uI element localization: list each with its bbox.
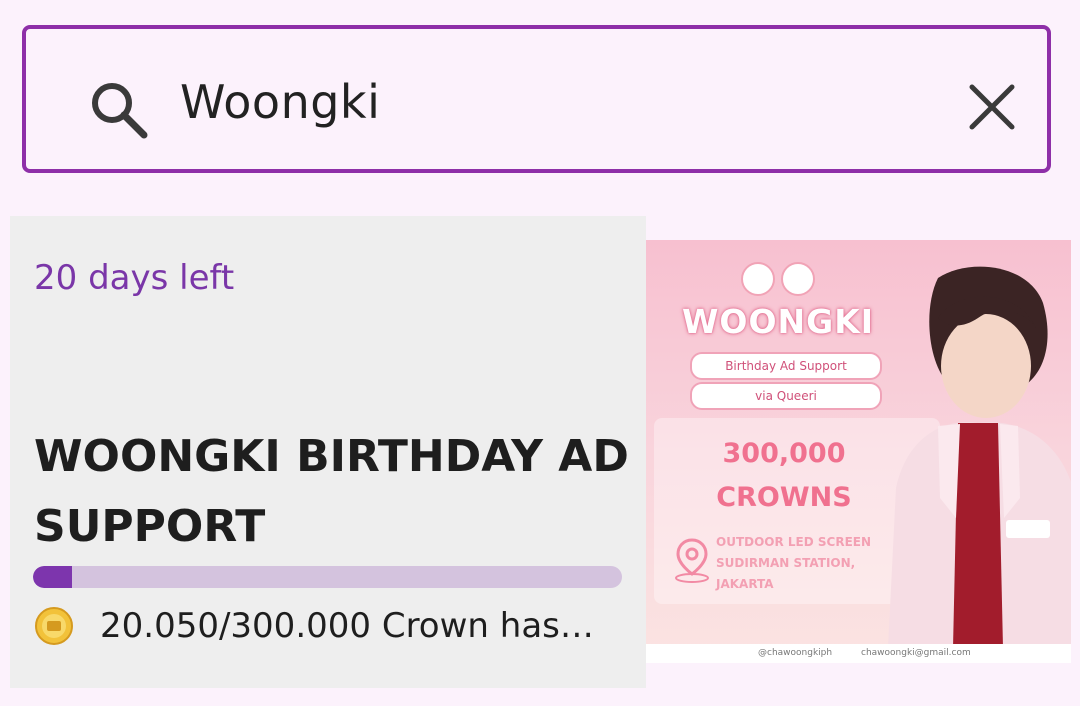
campaign-card[interactable]: 20 days left WOONGKI BIRTHDAY AD SUPPORT… xyxy=(10,216,646,688)
logo-icon xyxy=(741,262,775,296)
location-pin-icon xyxy=(675,538,709,583)
campaign-banner-image[interactable]: WOONGKI Birthday Ad Support via Queeri 3… xyxy=(646,240,1071,663)
banner-footer: @chawoongkiph chawoongki@gmail.com xyxy=(646,644,1071,663)
campaign-title: WOONGKI BIRTHDAY AD SUPPORT xyxy=(34,431,629,552)
avatar xyxy=(781,262,815,296)
coin-icon xyxy=(35,607,73,645)
search-icon xyxy=(92,83,148,139)
progress-fill xyxy=(33,566,73,588)
days-left-label: 20 days left xyxy=(34,258,235,298)
progress-bar xyxy=(33,566,622,588)
person-photo xyxy=(888,266,1071,648)
close-icon[interactable] xyxy=(966,81,1018,133)
banner-location: OUTDOOR LED SCREEN SUDIRMAN STATION, JAK… xyxy=(716,535,872,591)
search-box[interactable]: Woongki xyxy=(22,25,1051,173)
banner-subtitle: Birthday Ad Support xyxy=(690,352,882,380)
banner-unit: CROWNS xyxy=(716,482,852,513)
banner-twitter: @chawoongkiph xyxy=(758,648,833,658)
search-input[interactable]: Woongki xyxy=(180,75,380,129)
progress-text: 20.050/300.000 Crown has… xyxy=(100,606,594,646)
banner-name: WOONGKI xyxy=(682,302,875,341)
banner-logos xyxy=(741,262,821,300)
banner-amount: 300,000 xyxy=(722,438,846,469)
banner-email: chawoongki@gmail.com xyxy=(861,648,971,658)
banner-via: via Queeri xyxy=(690,382,882,410)
